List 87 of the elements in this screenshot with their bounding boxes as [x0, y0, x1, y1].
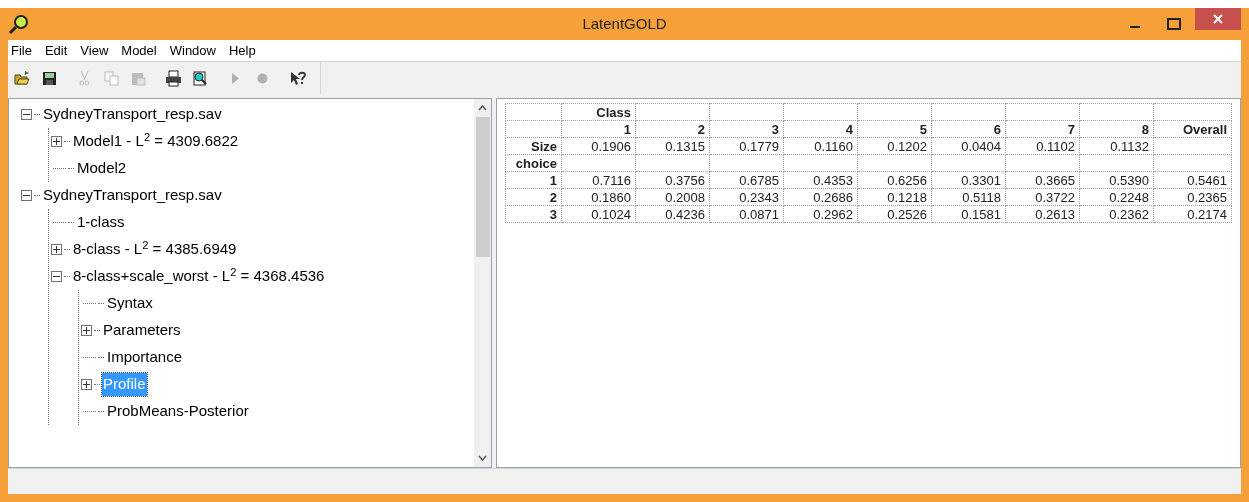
column-header: 5	[857, 120, 932, 138]
table-cell: 0.0871	[709, 205, 784, 223]
table-cell: 0.2174	[1153, 205, 1232, 223]
table-cell: 0.2248	[1079, 188, 1154, 206]
open-folder-icon[interactable]	[14, 69, 31, 87]
expander-icon[interactable]	[51, 136, 62, 147]
table-cell: 0.2962	[783, 205, 858, 223]
tree-item[interactable]: 8-class+scale_worst - L$^{2}$ = 4368.4536	[72, 265, 326, 288]
expander-icon[interactable]	[51, 244, 62, 255]
tree-item[interactable]: SydneyTransport_resp.sav	[42, 184, 223, 207]
row-header: choice	[505, 154, 562, 172]
table-cell: 0.3722	[1005, 188, 1080, 206]
magnifier-icon	[8, 13, 30, 35]
tree-item[interactable]: Parameters	[102, 319, 182, 342]
table-cell: 0.1218	[857, 188, 932, 206]
close-icon	[1213, 14, 1223, 24]
table-cell: 0.3665	[1005, 171, 1080, 189]
column-header: 7	[1005, 120, 1080, 138]
table-cell: 0.4353	[783, 171, 858, 189]
menu-item[interactable]: Model	[121, 40, 157, 61]
table-header: Class	[561, 103, 636, 121]
table-cell: 0.1102	[1005, 137, 1080, 155]
column-header: 8	[1079, 120, 1154, 138]
table-cell: 0.1906	[561, 137, 636, 155]
expander-icon[interactable]	[81, 325, 92, 336]
tree-item[interactable]: 8-class - L$^{2}$ = 4385.6949	[72, 238, 238, 261]
table-cell: 0.1160	[783, 137, 858, 155]
column-header: 6	[931, 120, 1006, 138]
menu-item[interactable]: View	[80, 40, 109, 61]
table-cell: 0.7116	[561, 171, 636, 189]
table-cell: 0.4236	[635, 205, 710, 223]
table-cell: 0.5118	[931, 188, 1006, 206]
table-cell: 0.2362	[1079, 205, 1154, 223]
table-cell: 0.2613	[1005, 205, 1080, 223]
scroll-down-icon[interactable]	[478, 455, 487, 461]
table-cell: 0.5461	[1153, 171, 1232, 189]
table-cell: 0.3756	[635, 171, 710, 189]
row-header: 2	[505, 188, 562, 206]
column-header: 2	[635, 120, 710, 138]
row-header: Size	[505, 137, 562, 155]
tree-item[interactable]: Model2	[76, 157, 128, 180]
menu-item[interactable]: Edit	[44, 40, 68, 61]
table-cell: 0.1315	[635, 137, 710, 155]
table-cell: 0.2008	[635, 188, 710, 206]
table-cell: 0.2526	[857, 205, 932, 223]
menu-item[interactable]: Help	[229, 40, 256, 61]
table-cell: 0.5390	[1079, 171, 1154, 189]
expander-icon[interactable]	[21, 190, 32, 201]
table-cell: 0.1132	[1079, 137, 1154, 155]
table-cell: 0.6785	[709, 171, 784, 189]
expander-icon[interactable]	[51, 271, 62, 282]
menu-item[interactable]: File	[11, 40, 32, 61]
tree-item[interactable]: ProbMeans-Posterior	[106, 400, 250, 423]
table-cell: 0.2686	[783, 188, 858, 206]
table-cell: 0.1779	[709, 137, 784, 155]
table-cell: 0.1860	[561, 188, 636, 206]
column-header: 3	[709, 120, 784, 138]
expander-icon[interactable]	[21, 109, 32, 120]
table-cell: 0.1581	[931, 205, 1006, 223]
scrollbar[interactable]	[474, 99, 491, 467]
help-pointer-icon[interactable]	[289, 69, 306, 87]
scroll-thumb[interactable]	[475, 117, 490, 257]
tree-item[interactable]: Model1 - L$^{2}$ = 4309.6822	[72, 130, 240, 153]
table-cell: 0.1202	[857, 137, 932, 155]
menu-item[interactable]: Window	[169, 40, 216, 61]
table-cell: 0.6256	[857, 171, 932, 189]
printer-icon[interactable]	[165, 69, 182, 87]
window-title: LatentGOLD	[582, 13, 667, 34]
column-header: Overall	[1153, 120, 1232, 138]
scroll-up-icon[interactable]	[478, 105, 487, 111]
table-cell: 0.0404	[931, 137, 1006, 155]
close-button[interactable]	[1195, 8, 1241, 30]
tree-item[interactable]: 1-class	[76, 211, 126, 234]
tree-item[interactable]: Syntax	[106, 292, 154, 315]
magnifier-page-icon[interactable]	[192, 69, 209, 87]
table-cell: 0.1024	[561, 205, 636, 223]
tree-item[interactable]: SydneyTransport_resp.sav	[42, 103, 223, 126]
maximize-icon[interactable]	[1167, 18, 1181, 30]
column-header: 4	[783, 120, 858, 138]
table-cell: 0.2365	[1153, 188, 1232, 206]
tree-item[interactable]: Importance	[106, 346, 184, 369]
table-cell: 0.2343	[709, 188, 784, 206]
column-header: 1	[561, 120, 636, 138]
table-cell: 0.3301	[931, 171, 1006, 189]
expander-icon[interactable]	[81, 379, 92, 390]
row-header: 3	[505, 205, 562, 223]
row-header: 1	[505, 171, 562, 189]
